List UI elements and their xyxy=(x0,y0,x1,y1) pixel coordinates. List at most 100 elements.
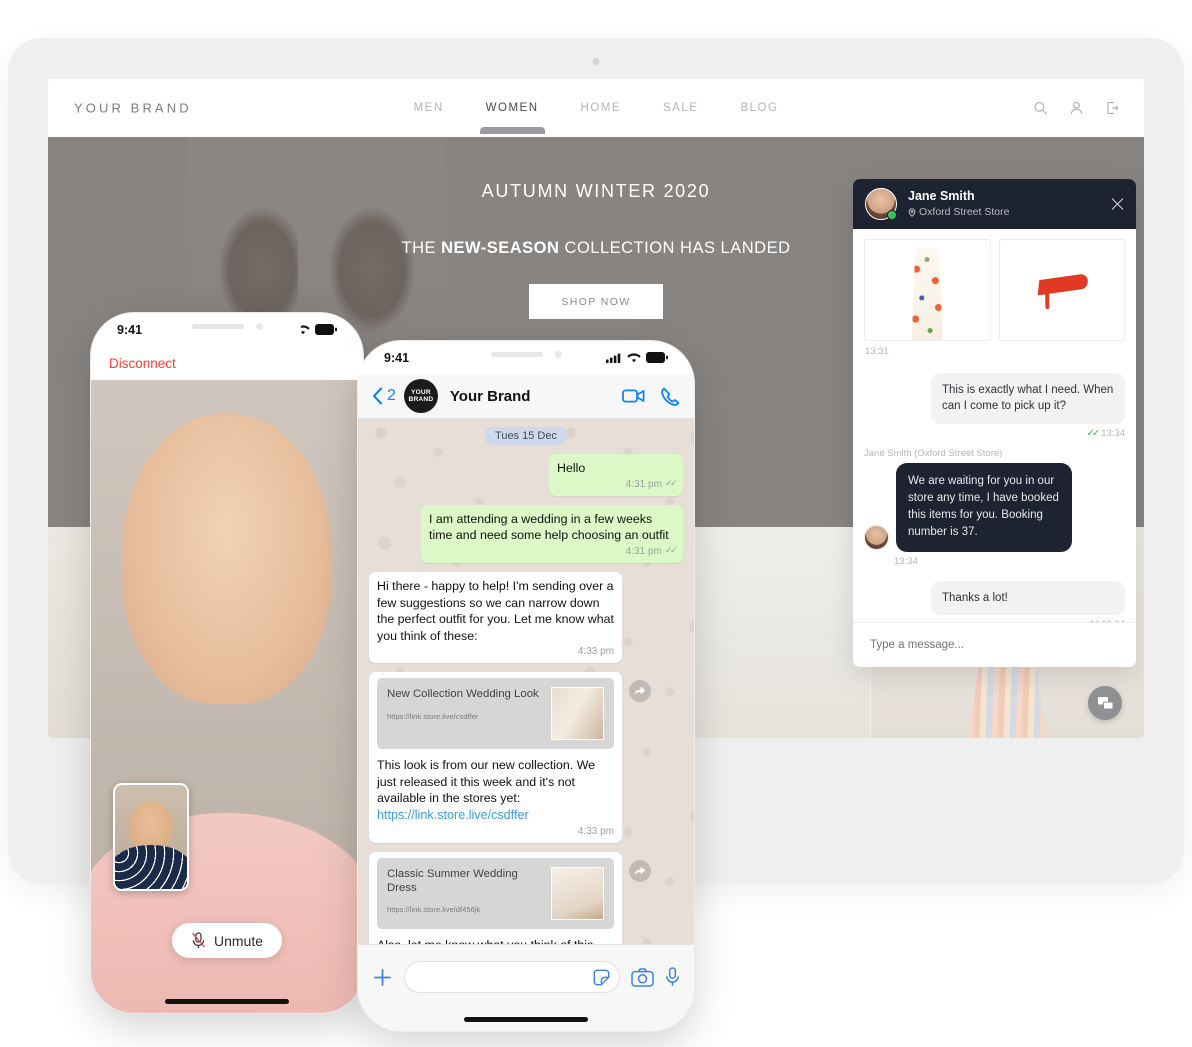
avatar[interactable]: YOUR BRAND xyxy=(403,379,438,413)
product-thumbnail-shoe[interactable] xyxy=(998,239,1125,341)
link-preview-text: Classic Summer Wedding Dress https://lin… xyxy=(387,867,543,916)
site-header: YOUR BRAND MEN WOMEN HOME SALE BLOG xyxy=(48,79,1144,137)
chat-widget-messages[interactable]: 13:31 This is exactly what I need. When … xyxy=(853,229,1136,622)
read-ticks-icon: ✓✓ xyxy=(1086,427,1100,439)
screenshot-stage: YOUR BRAND MEN WOMEN HOME SALE BLOG AUTU… xyxy=(0,0,1192,1047)
plus-icon[interactable] xyxy=(372,967,393,988)
home-indicator xyxy=(464,1017,588,1022)
hero-subtitle: THE NEW-SEASON COLLECTION HAS LANDED xyxy=(402,239,791,258)
unmute-button[interactable]: Unmute xyxy=(171,923,283,958)
message-timestamp: 13:34 xyxy=(1101,619,1125,622)
product-thumbnail-dress[interactable] xyxy=(864,239,991,341)
unmute-label: Unmute xyxy=(213,932,264,949)
message-link[interactable]: https://link.store.live/csdffer xyxy=(377,807,614,824)
message-text: This look is from our new collection. We… xyxy=(377,758,596,806)
phone-icon[interactable] xyxy=(661,386,680,406)
message-input[interactable] xyxy=(868,638,1121,652)
shop-now-button[interactable]: SHOP NOW xyxy=(529,284,663,319)
customer-message: This is exactly what I need. When can I … xyxy=(931,373,1125,424)
chat-bubbles-icon xyxy=(1097,695,1114,712)
link-preview-card[interactable]: Classic Summer Wedding Dress https://lin… xyxy=(377,857,614,929)
sticker-icon[interactable] xyxy=(593,969,610,986)
microphone-icon[interactable] xyxy=(665,967,680,987)
phone-notch xyxy=(451,341,601,367)
header-icon-group xyxy=(1033,101,1120,116)
self-view-thumbnail[interactable] xyxy=(113,783,189,891)
link-preview-thumbnail xyxy=(551,687,604,741)
status-indicators xyxy=(606,352,668,363)
message-input[interactable] xyxy=(414,969,593,985)
message-meta: 4:31 pm ✓✓ xyxy=(557,478,678,491)
nav-item-men[interactable]: MEN xyxy=(412,82,446,134)
message-list: Tues 15 Dec Hello 4:31 pm ✓✓ I am attend… xyxy=(369,427,683,967)
chat-widget-agent-meta: Jane Smith Oxford Street Store xyxy=(908,189,1009,219)
message-meta: 4:33 pm xyxy=(377,645,614,658)
status-time: 9:41 xyxy=(384,350,410,365)
phone-messaging-app: 9:41 2 YOUR BRAND Your Brand Tues 15 Dec… xyxy=(357,340,695,1032)
disconnect-button[interactable]: Disconnect xyxy=(91,346,363,380)
outgoing-message: I am attending a wedding in a few weeks … xyxy=(421,504,683,564)
read-ticks-icon: ✓✓ xyxy=(1086,619,1100,622)
message-meta: 4:31 pm ✓✓ xyxy=(429,545,678,558)
message-meta: ✓✓ 13:34 xyxy=(864,428,1125,439)
phone-video-call: 9:41 Disconnect Unmute xyxy=(90,312,364,1014)
date-separator: Tues 15 Dec xyxy=(485,427,567,445)
message-timestamp: 13:34 xyxy=(894,555,918,567)
location-pin-icon xyxy=(908,208,916,217)
message-text: Hi there - happy to help! I'm sending ov… xyxy=(377,579,614,643)
search-icon[interactable] xyxy=(1033,101,1048,116)
chat-widget: Jane Smith Oxford Street Store 13:31 Thi… xyxy=(853,179,1136,667)
agent-attribution-label: Jane Smith (Oxford Street Store) xyxy=(864,447,1003,459)
video-call-feed xyxy=(91,380,363,1013)
link-preview-url: https://link.store.live/df456jk xyxy=(387,905,481,915)
message-text: I am attending a wedding in a few weeks … xyxy=(429,511,669,543)
message-timestamp: 13:31 xyxy=(865,346,889,357)
chat-thread[interactable]: Tues 15 Dec Hello 4:31 pm ✓✓ I am attend… xyxy=(358,418,694,967)
incoming-link-message: New Collection Wedding Look https://link… xyxy=(369,672,651,843)
front-camera-icon xyxy=(255,322,263,330)
camera-icon[interactable] xyxy=(631,967,654,987)
outgoing-message: Hello 4:31 pm ✓✓ xyxy=(549,454,683,496)
unread-count: 2 xyxy=(387,387,396,404)
link-preview-text: New Collection Wedding Look https://link… xyxy=(387,687,543,721)
avatar xyxy=(864,524,889,550)
link-preview-title: Classic Summer Wedding Dress xyxy=(387,867,518,895)
hero-title: AUTUMN WINTER 2020 xyxy=(481,181,711,201)
nav-item-home[interactable]: HOME xyxy=(579,82,624,134)
close-icon[interactable] xyxy=(1111,198,1124,211)
wifi-icon xyxy=(627,352,641,363)
agent-store-label: Oxford Street Store xyxy=(919,205,1010,218)
product-suggestion-row xyxy=(864,239,1125,341)
chat-title[interactable]: Your Brand xyxy=(450,388,531,405)
delivered-ticks-icon: ✓✓ xyxy=(664,545,678,556)
battery-icon xyxy=(646,352,668,363)
agent-store: Oxford Street Store xyxy=(908,206,1009,219)
signal-icon xyxy=(606,353,622,363)
bag-icon[interactable] xyxy=(1105,101,1120,116)
mic-muted-icon xyxy=(191,932,206,949)
battery-icon xyxy=(315,324,337,335)
avatar xyxy=(865,188,897,220)
link-preview-card[interactable]: New Collection Wedding Look https://link… xyxy=(377,678,614,750)
front-camera-icon xyxy=(554,350,562,358)
back-button[interactable]: 2 xyxy=(372,387,396,405)
video-camera-icon[interactable] xyxy=(622,388,645,404)
nav-item-sale[interactable]: SALE xyxy=(661,82,700,134)
customer-message: Thanks a lot! xyxy=(931,580,1125,615)
nav-item-blog[interactable]: BLOG xyxy=(738,82,780,134)
message-timestamp: 4:31 pm xyxy=(625,478,662,490)
agent-message: We are waiting for you in our store any … xyxy=(896,462,1072,552)
nav-item-women[interactable]: WOMEN xyxy=(479,82,545,134)
user-icon[interactable] xyxy=(1069,101,1084,116)
avatar-line-1: YOUR xyxy=(410,388,431,396)
incoming-message: Hi there - happy to help! I'm sending ov… xyxy=(369,572,622,664)
chat-actions xyxy=(622,386,680,406)
chat-launcher-button[interactable] xyxy=(1088,686,1122,720)
avatar-line-2: BRAND xyxy=(408,396,434,403)
forward-arrow-icon[interactable] xyxy=(629,680,651,703)
forward-arrow-icon[interactable] xyxy=(629,859,651,882)
agent-message-row: We are waiting for you in our store any … xyxy=(864,462,1125,552)
phone-notch xyxy=(152,313,302,339)
hero-subtitle-pre: THE xyxy=(401,239,442,257)
message-input-wrapper[interactable] xyxy=(404,961,620,993)
